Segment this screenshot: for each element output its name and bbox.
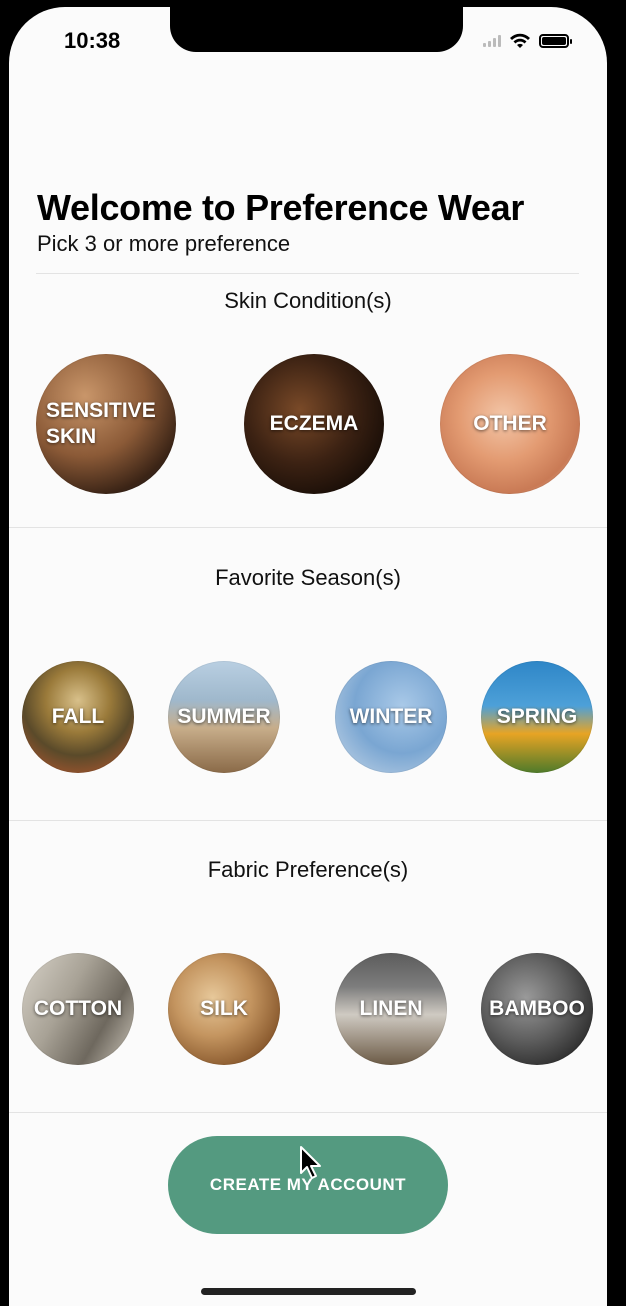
device-notch [170,7,463,52]
option-fall[interactable]: FALL [22,661,134,773]
option-label: ECZEMA [269,411,359,435]
option-silk[interactable]: SILK [168,953,280,1065]
mouse-cursor-icon [300,1146,321,1179]
option-eczema[interactable]: ECZEMA [244,354,384,494]
option-linen[interactable]: LINEN [335,953,447,1065]
status-icons [483,33,572,49]
option-sensitive-skin[interactable]: SENSITIVE SKIN [36,354,176,494]
divider [9,1112,607,1113]
option-label: COTTON [33,996,123,1020]
option-label: WINTER [349,704,433,728]
app-screen: 10:38 Welcome to Preference Wear Pick 3 … [9,7,607,1306]
option-label: FALL [51,704,105,728]
divider [9,820,607,821]
option-label: SILK [200,996,248,1020]
option-spring[interactable]: SPRING [481,661,593,773]
option-label: SENSITIVE SKIN [46,398,156,448]
option-other[interactable]: OTHER [440,354,580,494]
status-time: 10:38 [64,28,121,53]
option-cotton[interactable]: COTTON [22,953,134,1065]
cellular-signal-icon [483,35,501,47]
home-indicator [201,1288,416,1295]
wifi-icon [510,33,530,48]
page-title: Welcome to Preference Wear [37,187,525,228]
battery-icon [539,34,572,48]
section-title-season: Favorite Season(s) [215,565,401,590]
option-winter[interactable]: WINTER [335,661,447,773]
option-label: OTHER [473,411,547,435]
section-title-fabric: Fabric Preference(s) [207,857,409,882]
option-bamboo[interactable]: BAMBOO [481,953,593,1065]
option-label: LINEN [359,996,423,1020]
option-label: BAMBOO [489,996,585,1020]
section-title-skin: Skin Condition(s) [224,288,392,313]
option-label: SUMMER [177,704,271,728]
divider [36,273,579,274]
option-summer[interactable]: SUMMER [168,661,280,773]
divider [9,527,607,528]
option-label: SPRING [496,704,578,728]
page-subtitle: Pick 3 or more preference [37,231,291,256]
